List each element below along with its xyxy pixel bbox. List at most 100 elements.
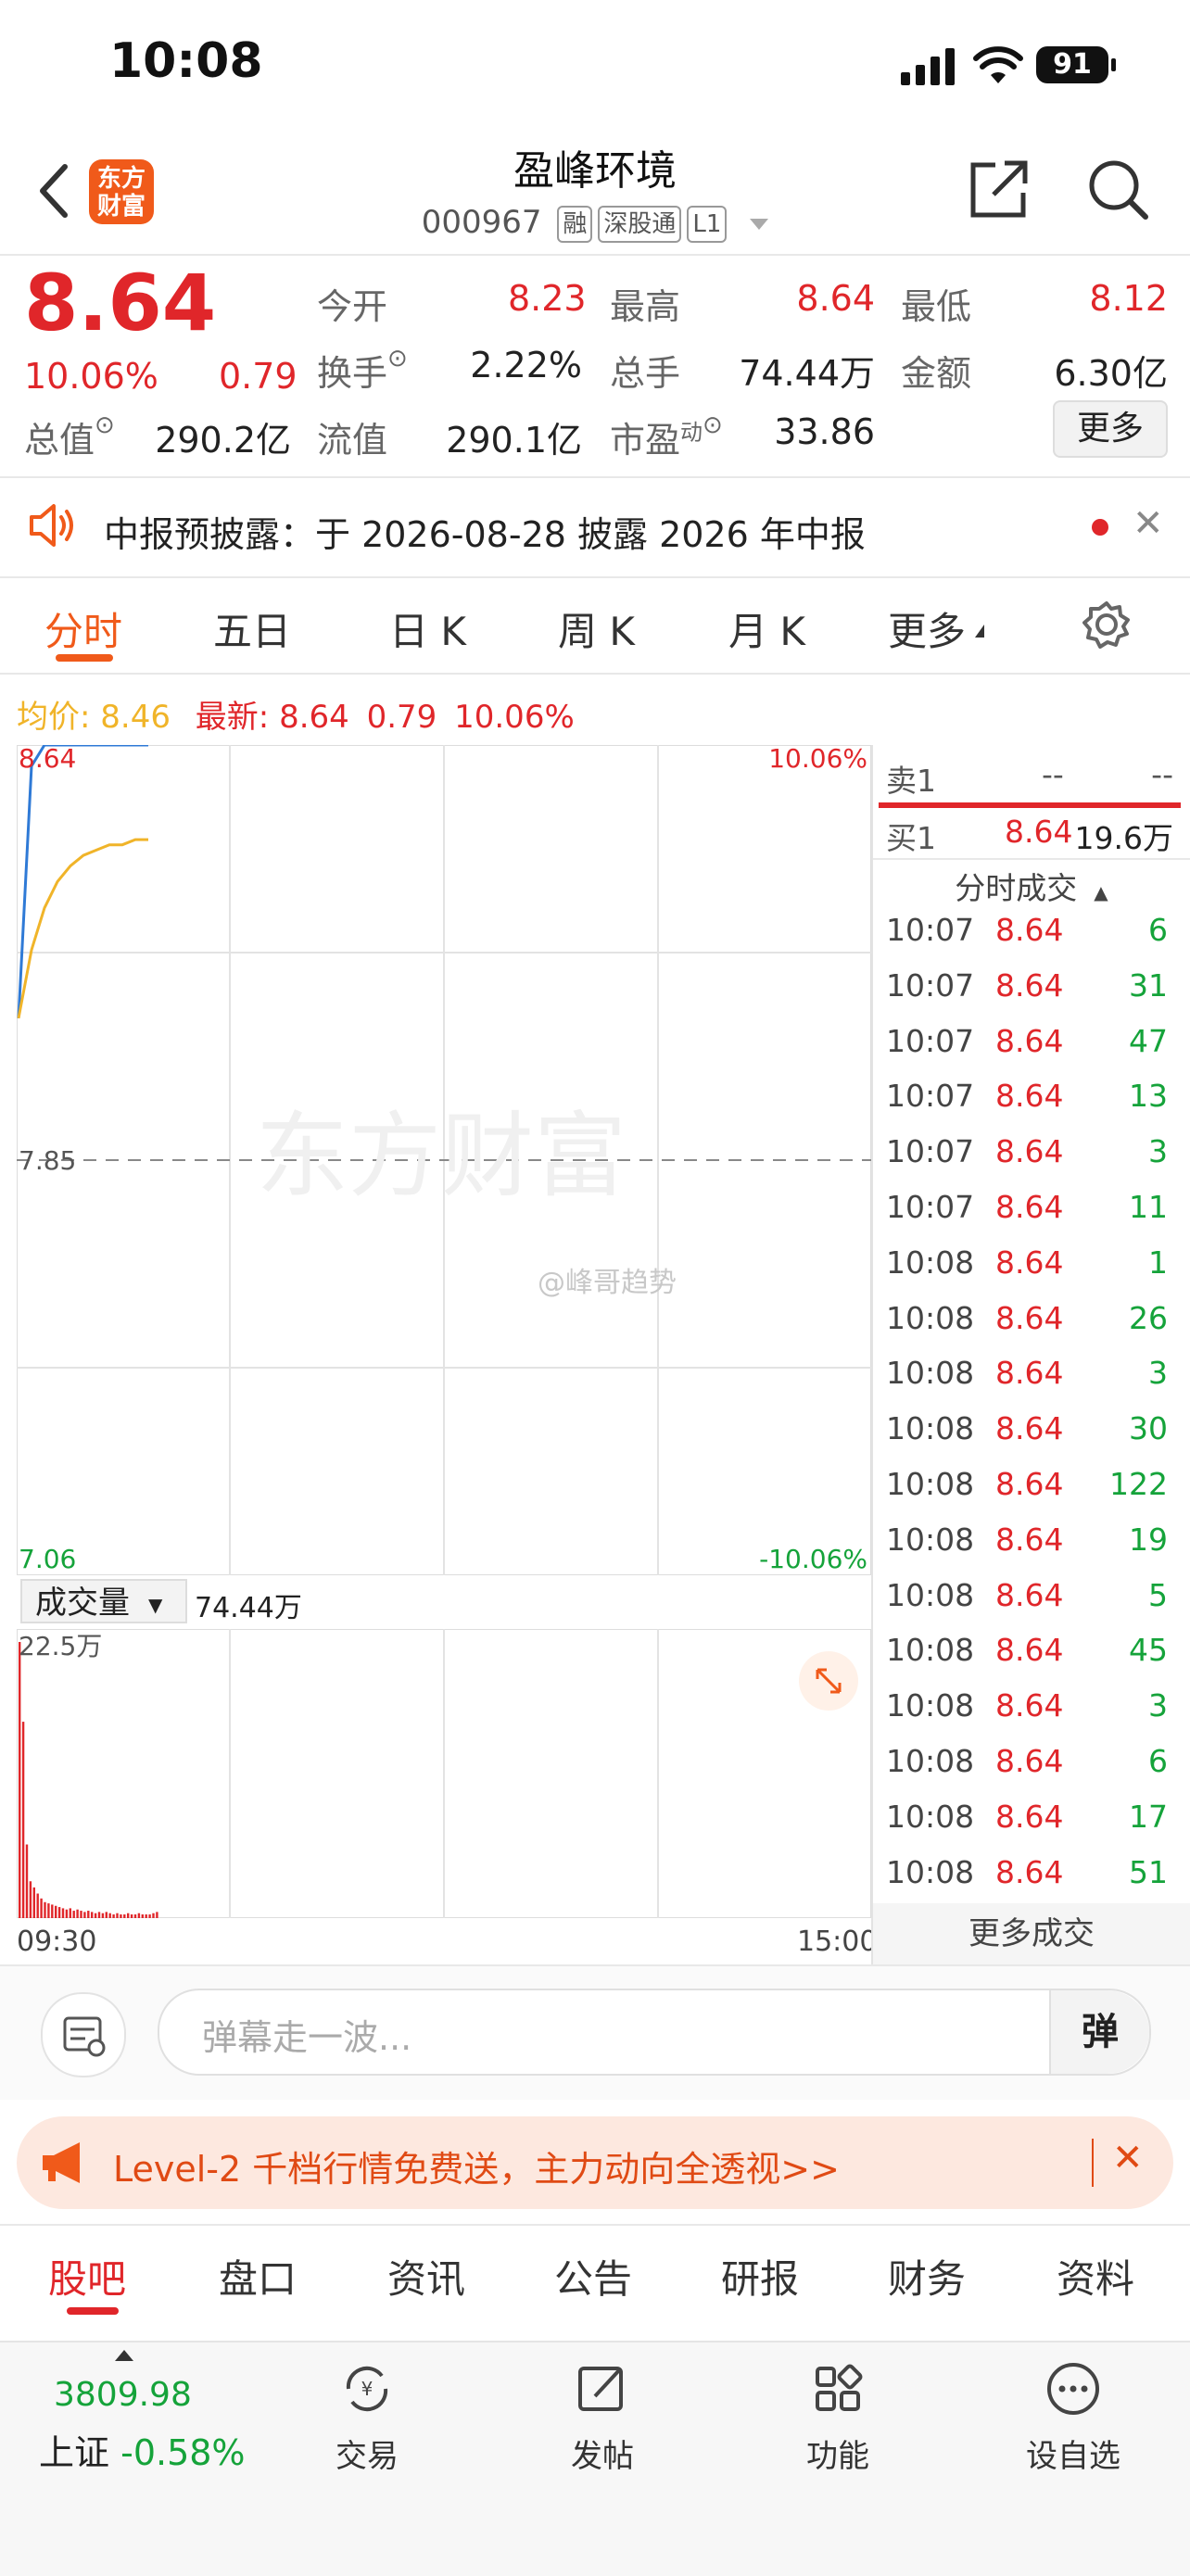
last-percent: 10.06% (454, 699, 575, 736)
close-promo-icon[interactable]: ✕ (1112, 2137, 1144, 2179)
more-ticks-button[interactable]: 更多成交 (873, 1903, 1190, 1964)
nav-function-label: 功能 (806, 2438, 869, 2475)
intraday-chart[interactable]: 东方财富 @峰哥趋势 8.64 10.06% 7.85 7.06 -10.06% (17, 745, 871, 1575)
volume-bar (32, 1887, 35, 1918)
info-icon: ⊙ (703, 411, 723, 439)
notice-text[interactable]: 中报预披露：于 2026-08-28 披露 2026 年中报 (104, 506, 866, 557)
sell-1-volume: -- (1151, 756, 1173, 792)
volume-bar (148, 1914, 151, 1918)
tab-monthly-k[interactable]: 月 K (728, 600, 805, 657)
tick-row: 10:08 8.64 6 (882, 1743, 1177, 1799)
index-value[interactable]: 3809.98 (54, 2376, 192, 2414)
danmu-icon (63, 2016, 106, 2057)
pe-value: 33.86 (774, 411, 875, 452)
time-start: 09:30 (17, 1926, 97, 1958)
tick-price: 8.64 (995, 1133, 1064, 1170)
y-min-label: 7.06 (19, 1544, 76, 1574)
tick-row: 10:08 8.64 30 (882, 1410, 1177, 1466)
volume-total: 74.44万 (195, 1592, 302, 1624)
danmu-toggle[interactable] (41, 1992, 126, 2077)
unread-dot (1092, 519, 1108, 536)
danmu-input[interactable]: 弹幕走一波... 弹 (158, 1989, 1151, 2076)
tag-margin: 融 (557, 205, 593, 243)
tick-volume: 13 (1129, 1078, 1168, 1115)
speaker-icon (30, 504, 73, 547)
tab-weekly-k[interactable]: 周 K (558, 600, 635, 657)
volume-bar (101, 1913, 105, 1918)
tick-row: 10:08 8.64 1 (882, 1244, 1177, 1300)
indicator-selector[interactable]: 成交量 ▼ (20, 1579, 187, 1623)
tab-announcements[interactable]: 公告 (554, 2248, 632, 2305)
tick-time: 10:08 (886, 1576, 975, 1613)
nav-function[interactable]: 功能 (764, 2361, 912, 2476)
tab-intraday[interactable]: 分时 (44, 600, 122, 657)
more-quote-button[interactable]: 更多 (1053, 400, 1168, 458)
volume-bar (91, 1912, 94, 1918)
tab-five-day[interactable]: 五日 (213, 600, 291, 657)
pe-label[interactable]: 市盈动⊙ (610, 411, 723, 462)
stock-code: 000967 (421, 204, 542, 241)
buy-1-volume: 19.6万 (1074, 820, 1173, 856)
tick-volume: 5 (1148, 1576, 1168, 1613)
tick-volume: 31 (1129, 966, 1168, 1004)
watermark: 东方财富 (256, 1102, 627, 1210)
weibo-watermark: @峰哥趋势 (538, 1267, 677, 1299)
change-amount: 0.79 (219, 356, 298, 397)
tick-row: 10:07 8.64 47 (882, 1023, 1177, 1079)
promo-banner[interactable]: Level-2 千档行情免费送，主力动向全透视>> ✕ (17, 2116, 1173, 2209)
tab-orderbook[interactable]: 盘口 (219, 2248, 297, 2305)
megaphone-icon (43, 2142, 80, 2183)
tick-volume: 11 (1129, 1189, 1168, 1225)
tick-volume: 51 (1129, 1853, 1168, 1890)
tab-forum[interactable]: 股吧 (48, 2248, 126, 2305)
y-mid-label: 7.85 (19, 1145, 76, 1176)
volume-bar (137, 1913, 141, 1918)
tab-news[interactable]: 资讯 (387, 2248, 465, 2305)
ticks-header[interactable]: 分时成交 ▲ (873, 864, 1190, 908)
sort-icon: ▲ (1094, 881, 1108, 903)
volume-bar (51, 1904, 54, 1918)
current-price: 8.64 (24, 258, 217, 348)
low-value: 8.12 (1089, 278, 1168, 319)
danmu-send-button[interactable]: 弹 (1049, 1990, 1149, 2074)
settings-icon[interactable] (1082, 600, 1131, 649)
buy-1-label: 买1 (886, 820, 936, 856)
volume-bar (130, 1914, 133, 1918)
tab-finance[interactable]: 财务 (888, 2248, 966, 2305)
last-change: 0.79 (366, 699, 437, 736)
sell-1-price: -- (1042, 756, 1064, 792)
index-expand-icon[interactable] (115, 2350, 133, 2361)
tab-daily-k[interactable]: 日 K (389, 600, 466, 657)
index-line[interactable]: 上证 -0.58% (39, 2424, 246, 2475)
nav-trade[interactable]: ¥ 交易 (293, 2361, 441, 2476)
turnover-label[interactable]: 换手⊙ (317, 345, 408, 396)
tick-volume: 1 (1148, 1244, 1168, 1281)
amount-label: 金额 (901, 353, 972, 394)
tick-volume: 30 (1129, 1410, 1168, 1447)
total-cap-value: 290.2亿 (155, 420, 291, 461)
tab-more[interactable]: 更多 (888, 600, 966, 657)
pct-max-label: 10.06% (768, 745, 867, 774)
trade-icon: ¥ (346, 2366, 388, 2412)
search-icon[interactable] (1086, 158, 1149, 221)
tick-row: 10:08 8.64 3 (882, 1355, 1177, 1410)
tick-volume: 6 (1148, 1743, 1168, 1779)
float-cap-label: 流值 (317, 420, 388, 461)
total-cap-label[interactable]: 总值⊙ (24, 411, 115, 462)
volume-bar (80, 1911, 82, 1918)
nav-post[interactable]: 发帖 (528, 2361, 677, 2476)
tab-profile[interactable]: 资料 (1057, 2248, 1134, 2305)
volume-bar (61, 1908, 65, 1918)
share-icon[interactable] (968, 158, 1031, 221)
close-notice-icon[interactable]: ✕ (1133, 502, 1164, 545)
time-end: 15:00 (797, 1926, 878, 1958)
tab-research[interactable]: 研报 (721, 2248, 799, 2305)
last-value: 8.64 (279, 699, 349, 736)
volume-chart[interactable]: 22.5万 (17, 1629, 871, 1918)
volume-bar (83, 1912, 86, 1918)
volume-bar (65, 1909, 69, 1918)
tick-volume: 19 (1129, 1521, 1168, 1558)
volume-bar (105, 1912, 108, 1918)
nav-add-watchlist[interactable]: 设自选 (999, 2361, 1147, 2476)
tick-volume: 3 (1148, 1133, 1168, 1170)
